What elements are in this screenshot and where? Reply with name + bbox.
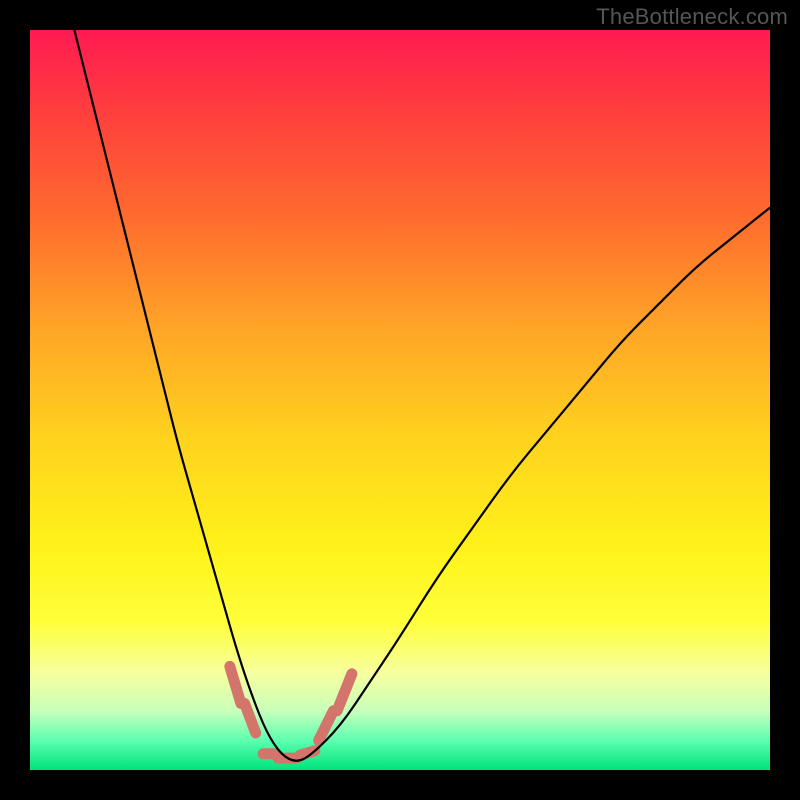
chart-svg: [30, 30, 770, 770]
floor-marker-segment: [337, 674, 352, 711]
floor-marker-segment: [245, 703, 256, 733]
watermark-label: TheBottleneck.com: [596, 4, 788, 30]
floor-markers: [230, 666, 352, 758]
plot-area: [30, 30, 770, 770]
floor-marker-segment: [230, 666, 241, 703]
chart-frame: TheBottleneck.com: [0, 0, 800, 800]
bottleneck-curve: [74, 30, 770, 761]
